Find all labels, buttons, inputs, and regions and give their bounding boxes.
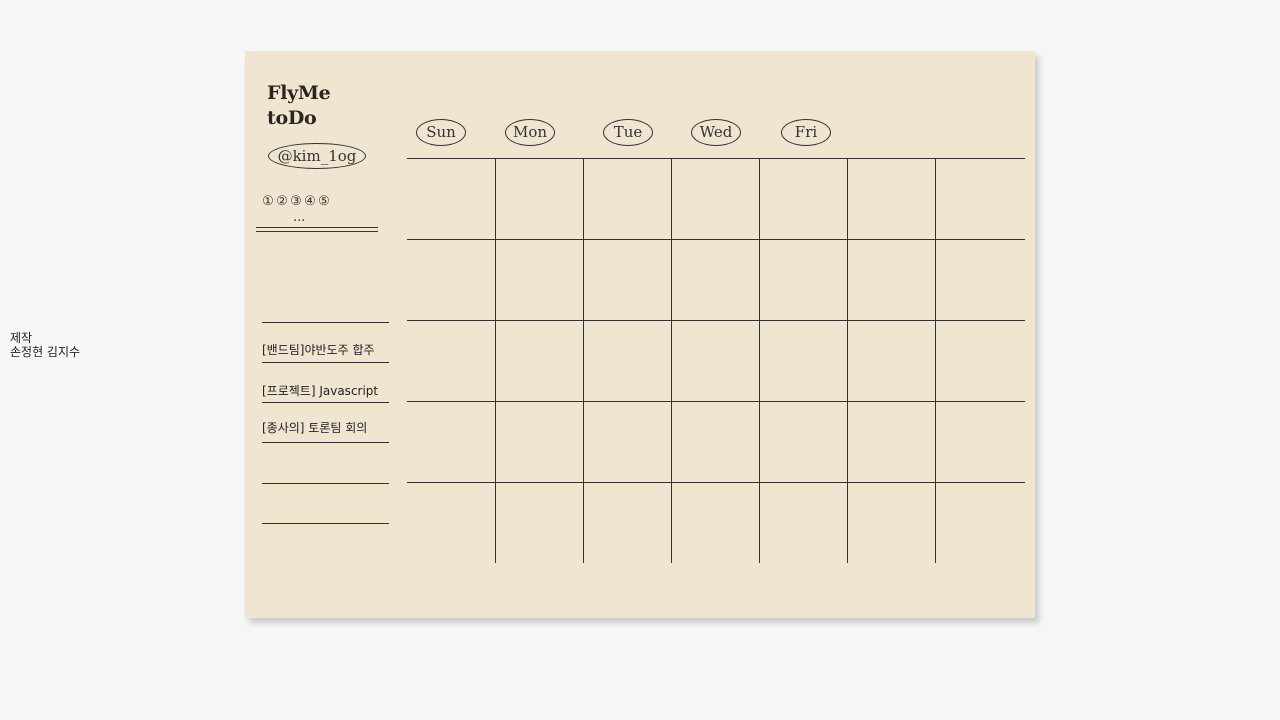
app-logo-line1: FlyMe — [267, 82, 331, 104]
credit-names: 손정현 김지수 — [10, 345, 81, 359]
todo-rule — [262, 402, 389, 403]
grid-col-line — [495, 158, 496, 563]
todo-item[interactable]: [프로젝트] Javascript — [262, 382, 378, 399]
day-wed[interactable]: Wed — [691, 119, 741, 146]
todo-rule — [262, 523, 389, 524]
grid-row-line — [407, 158, 1025, 159]
todo-rule — [262, 483, 389, 484]
todo-rule — [262, 322, 389, 323]
day-mon[interactable]: Mon — [505, 119, 555, 146]
day-tue[interactable]: Tue — [603, 119, 653, 146]
page-5-button[interactable]: ⑤ — [317, 194, 331, 209]
grid-col-line — [935, 158, 936, 563]
grid-row-line — [407, 401, 1025, 402]
todo-rule — [262, 442, 389, 443]
more-pages-ellipsis[interactable]: ... — [293, 210, 305, 225]
page-4-button[interactable]: ④ — [303, 194, 317, 209]
page-1-button[interactable]: ① — [261, 194, 275, 209]
section-divider — [256, 227, 378, 232]
app-logo-line2: toDo — [267, 107, 317, 129]
grid-col-line — [671, 158, 672, 563]
page-3-button[interactable]: ③ — [289, 194, 303, 209]
app-logo: FlyMe toDo — [267, 81, 331, 131]
grid-col-line — [759, 158, 760, 563]
credit-note: 제작 손정현 김지수 — [10, 331, 80, 359]
user-handle-badge[interactable]: @kim_1og — [268, 143, 366, 169]
grid-row-line — [407, 320, 1025, 321]
page-selector: ①②③④⑤ — [261, 194, 351, 209]
credit-title: 제작 — [10, 331, 33, 345]
day-sun[interactable]: Sun — [416, 119, 466, 146]
day-fri[interactable]: Fri — [781, 119, 831, 146]
grid-col-line — [847, 158, 848, 563]
planner-sheet: FlyMe toDo @kim_1og ①②③④⑤ ... [밴드팀]야반도주 … — [245, 51, 1035, 618]
page-2-button[interactable]: ② — [275, 194, 289, 209]
todo-rule — [262, 362, 389, 363]
todo-item[interactable]: [종사의] 토론팀 회의 — [262, 419, 367, 436]
grid-row-line — [407, 239, 1025, 240]
todo-item[interactable]: [밴드팀]야반도주 합주 — [262, 341, 375, 358]
grid-row-line — [407, 482, 1025, 483]
grid-col-line — [583, 158, 584, 563]
